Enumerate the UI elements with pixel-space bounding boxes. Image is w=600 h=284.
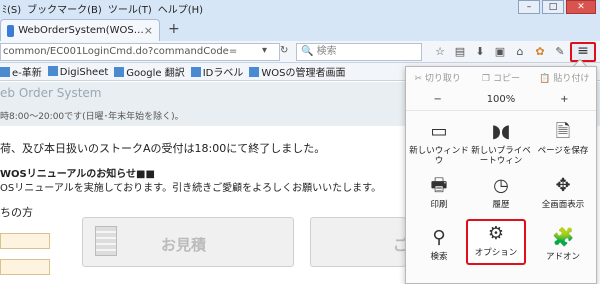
navigation-bar: common/EC001LoginCmd.do?commandCode= ▾ ↻… [0, 41, 600, 63]
gear-icon: ⚙ [487, 223, 505, 244]
new-window-button[interactable]: ▭ 新しいウィンドウ [408, 117, 470, 175]
tab-title: WebOrderSystem(WOS… [18, 25, 144, 36]
toolbar-icons: ☆ ▤ ⬇ ▣ ⌂ ✿ ✎ [432, 44, 568, 60]
print-icon: 🖶 [430, 175, 448, 196]
page-title: eb Order System [0, 86, 102, 100]
tab-strip: WebOrderSystem(WOS… × + [0, 17, 600, 41]
bookmark-star-icon[interactable]: ☆ [432, 44, 448, 60]
zoom-in-button[interactable]: + [533, 91, 596, 110]
cutoff-notice: 荷、及び本日扱いのストークAの受付は18:00にて終了しました。 [0, 142, 326, 155]
open-menu-button[interactable]: ≡ [570, 42, 596, 62]
estimate-label: お見積 [161, 236, 207, 254]
paste-button[interactable]: 📋 貼り付け [533, 69, 596, 89]
business-hours: 時8:00〜20:00です(日曜･年末年始を除く)。 [0, 112, 184, 122]
estimate-card[interactable]: お見積 [82, 217, 294, 267]
zoom-out-button[interactable]: − [406, 91, 469, 110]
bookmark-icon [47, 65, 58, 76]
menu-item-tools[interactable]: ツール(T) [108, 1, 152, 16]
minimize-button[interactable]: – [518, 0, 540, 14]
bookmark-icon [190, 67, 201, 77]
tab-close-icon[interactable]: × [144, 24, 153, 37]
menu-item-s[interactable]: ﾐ(S) [2, 1, 21, 16]
news-title: WOSリニューアルのお知らせ■■ [0, 169, 155, 180]
password-field[interactable] [0, 259, 50, 275]
copy-button[interactable]: ❐ コピー [469, 69, 532, 89]
bookmarks-list-icon[interactable]: ▤ [452, 44, 468, 60]
bookmark-google-translate[interactable]: Google 翻訳 [114, 64, 185, 79]
save-page-button[interactable]: 🗎 ページを保存 [532, 117, 594, 175]
menu-item-bookmarks[interactable]: ブックマーク(B) [27, 1, 102, 16]
save-page-icon: 🗎 [555, 121, 571, 142]
search-input[interactable]: 🔍 検索 [296, 43, 422, 61]
main-menu-panel: ✂ 切り取り ❐ コピー 📋 貼り付け − 100% + ▭ 新しいウィンドウ … [405, 66, 597, 284]
new-tab-button[interactable]: + [168, 21, 180, 37]
puzzle-icon: 🧩 [552, 227, 575, 248]
history-clock-icon: ◷ [493, 175, 509, 196]
new-private-window-button[interactable]: ◗◖ 新しいプライベートウィン [470, 117, 532, 175]
bookmark-icon [249, 67, 260, 77]
url-field[interactable]: common/EC001LoginCmd.do?commandCode= [0, 43, 280, 61]
menu-item-help[interactable]: ヘルプ(H) [158, 1, 203, 16]
order-card[interactable]: ご [310, 217, 408, 267]
close-window-button[interactable]: ✕ [566, 0, 596, 14]
zoom-row: − 100% + [406, 91, 596, 111]
edit-row: ✂ 切り取り ❐ コピー 📋 貼り付け [406, 69, 596, 89]
fullscreen-button[interactable]: ✥ 全画面表示 [532, 171, 594, 229]
fullscreen-icon: ✥ [555, 175, 571, 196]
bookmark-ekakushin[interactable]: e-革新 [0, 64, 42, 79]
bookmark-icon [0, 67, 10, 77]
news-body: OSリニューアルを実施しております。引き続きご愛顧をよろしくお願いいたします。 [0, 183, 382, 194]
addons-button[interactable]: 🧩 アドオン [532, 223, 594, 281]
search-icon: ⚲ [432, 227, 446, 248]
maximize-button[interactable]: □ [542, 0, 564, 14]
home-icon[interactable]: ⌂ [512, 44, 528, 60]
private-mask-icon: ◗◖ [491, 121, 511, 142]
addon-color-icon[interactable]: ✿ [532, 44, 548, 60]
cut-button[interactable]: ✂ 切り取り [406, 69, 469, 89]
search-placeholder: 検索 [316, 46, 337, 57]
bookmark-icon [114, 67, 125, 77]
find-button[interactable]: ⚲ 検索 [408, 223, 470, 281]
zoom-reset-button[interactable]: 100% [469, 91, 532, 110]
download-icon[interactable]: ⬇ [472, 44, 488, 60]
login-id-field[interactable] [0, 233, 50, 249]
menu-bar: ﾐ(S) ブックマーク(B) ツール(T) ヘルプ(H) – □ ✕ [0, 0, 600, 17]
calculator-icon [95, 226, 117, 256]
bookmark-id-label[interactable]: IDラベル [190, 64, 243, 79]
window-icon: ▭ [430, 121, 448, 142]
tab-wos[interactable]: WebOrderSystem(WOS… × [0, 19, 160, 41]
options-button[interactable]: ⚙ オプション [466, 219, 526, 265]
screenshot-icon[interactable]: ▣ [492, 44, 508, 60]
search-field-icon: 🔍 [301, 46, 317, 57]
addon-tool-icon[interactable]: ✎ [552, 44, 568, 60]
bookmark-wos-admin[interactable]: WOSの管理者画面 [249, 64, 346, 79]
window-controls: – □ ✕ [518, 0, 596, 14]
site-favicon-icon [7, 24, 15, 37]
bookmark-digisheet[interactable]: DigiSheet [47, 65, 108, 78]
dropdown-arrow-icon[interactable]: ▾ [262, 45, 267, 56]
print-button[interactable]: 🖶 印刷 [408, 171, 470, 229]
login-section-heading: ちの方 [0, 206, 33, 219]
reload-icon[interactable]: ↻ [280, 45, 288, 56]
